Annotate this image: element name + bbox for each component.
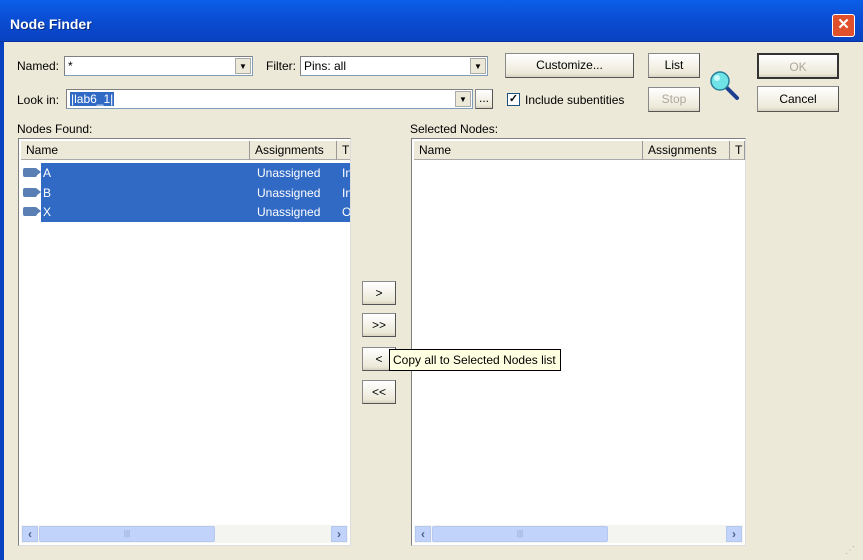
list-item[interactable]: X Unassigned Output <box>21 202 351 222</box>
list-button[interactable]: List <box>648 53 700 78</box>
scroll-right-icon[interactable]: › <box>726 526 742 542</box>
column-header-name[interactable]: Name <box>414 141 643 160</box>
chevron-down-icon[interactable]: ▼ <box>235 58 251 74</box>
ok-button[interactable]: OK <box>757 53 839 79</box>
scroll-thumb[interactable]: ||| <box>39 526 215 542</box>
output-pin-icon <box>23 207 41 216</box>
cancel-button[interactable]: Cancel <box>757 86 839 112</box>
nodes-found-list[interactable]: Name Assignments T A Unassigned Input B … <box>18 138 351 546</box>
node-name: A <box>43 166 52 180</box>
browse-button[interactable]: ... <box>475 89 493 109</box>
window-frame <box>0 42 4 560</box>
filter-label: Filter: <box>266 59 296 73</box>
window-title: Node Finder <box>10 16 92 32</box>
named-combo[interactable]: * ▼ <box>64 56 253 76</box>
list-item[interactable]: A Unassigned Input <box>21 163 350 183</box>
customize-button[interactable]: Customize... <box>505 53 634 78</box>
title-bar <box>0 0 863 42</box>
remove-all-button[interactable]: << <box>362 380 396 404</box>
node-name: X <box>43 205 52 219</box>
horizontal-scrollbar[interactable]: ‹ ||| › <box>414 525 743 543</box>
filter-combo[interactable]: Pins: all ▼ <box>300 56 488 76</box>
node-type: Input <box>342 186 350 200</box>
horizontal-scrollbar[interactable]: ‹ ||| › <box>21 525 348 543</box>
scroll-thumb[interactable]: ||| <box>432 526 608 542</box>
node-assignment: Unassigned <box>257 205 321 219</box>
scroll-left-icon[interactable]: ‹ <box>415 526 431 542</box>
close-button[interactable]: ✕ <box>832 14 855 37</box>
magnifier-icon <box>707 68 741 102</box>
column-header-type[interactable]: T <box>337 141 350 160</box>
chevron-down-icon[interactable]: ▼ <box>470 58 486 74</box>
chevron-down-icon[interactable]: ▼ <box>455 91 471 107</box>
scroll-right-icon[interactable]: › <box>331 526 347 542</box>
node-type: Input <box>342 166 350 180</box>
column-header-name[interactable]: Name <box>21 141 250 160</box>
column-header-assignments[interactable]: Assignments <box>643 141 730 160</box>
list-item[interactable]: B Unassigned Input <box>21 183 350 203</box>
look-in-label: Look in: <box>17 93 60 107</box>
resize-grip-icon[interactable]: ⋰ <box>845 545 859 559</box>
look-in-value: |lab6_1| <box>70 92 115 106</box>
node-assignment: Unassigned <box>257 166 321 180</box>
filter-value: Pins: all <box>304 59 347 73</box>
add-button[interactable]: > <box>362 281 396 305</box>
tooltip: Copy all to Selected Nodes list <box>389 349 561 371</box>
look-in-combo[interactable]: |lab6_1| ▼ <box>66 89 473 109</box>
close-icon: ✕ <box>837 16 850 33</box>
selected-nodes-label: Selected Nodes: <box>410 122 499 136</box>
input-pin-icon <box>23 168 41 177</box>
nodes-found-label: Nodes Found: <box>17 122 93 136</box>
node-type: Output <box>342 205 351 219</box>
column-header-type[interactable]: T <box>730 141 745 160</box>
node-name: B <box>43 186 52 200</box>
include-subentities-label: Include subentities <box>525 93 625 107</box>
selected-nodes-list[interactable]: Name Assignments T ‹ ||| › <box>411 138 746 546</box>
scroll-left-icon[interactable]: ‹ <box>22 526 38 542</box>
column-header-assignments[interactable]: Assignments <box>250 141 337 160</box>
stop-button[interactable]: Stop <box>648 87 700 112</box>
input-pin-icon <box>23 188 41 197</box>
named-value: * <box>68 59 73 73</box>
add-all-button[interactable]: >> <box>362 313 396 337</box>
node-assignment: Unassigned <box>257 186 321 200</box>
include-subentities-checkbox[interactable]: ✓ <box>507 93 520 106</box>
named-label: Named: <box>17 59 60 73</box>
